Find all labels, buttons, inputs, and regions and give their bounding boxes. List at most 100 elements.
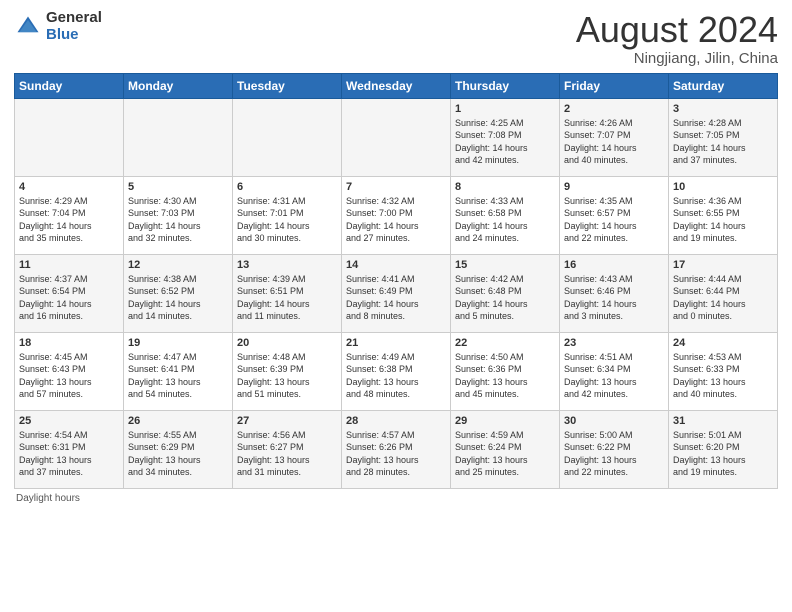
- day-header-sunday: Sunday: [15, 73, 124, 98]
- calendar-cell: 31 Sunrise: 5:01 AM Sunset: 6:20 PM Dayli…: [669, 410, 778, 488]
- calendar-cell: 27 Sunrise: 4:56 AM Sunset: 6:27 PM Dayli…: [233, 410, 342, 488]
- day-number: 20: [237, 337, 337, 349]
- day-number: 14: [346, 259, 446, 271]
- day-number: 3: [673, 103, 773, 115]
- calendar-cell: 6 Sunrise: 4:31 AM Sunset: 7:01 PM Daylig…: [233, 176, 342, 254]
- day-info: Sunrise: 4:32 AM Sunset: 7:00 PM Dayligh…: [346, 195, 446, 245]
- calendar-cell: 23Sunrise: 4:51 AM Sunset: 6:34 PM Dayli…: [560, 332, 669, 410]
- day-info: Sunrise: 4:56 AM Sunset: 6:27 PM Dayligh…: [237, 429, 337, 479]
- day-info: Sunrise: 4:39 AM Sunset: 6:51 PM Dayligh…: [237, 273, 337, 323]
- day-info: Sunrise: 4:37 AM Sunset: 6:54 PM Dayligh…: [19, 273, 119, 323]
- calendar-cell: 11 Sunrise: 4:37 AM Sunset: 6:54 PM Dayli…: [15, 254, 124, 332]
- day-number: 9: [564, 181, 664, 193]
- day-number: 12: [128, 259, 228, 271]
- day-header-wednesday: Wednesday: [342, 73, 451, 98]
- day-info: Sunrise: 4:31 AM Sunset: 7:01 PM Dayligh…: [237, 195, 337, 245]
- day-number: 5: [128, 181, 228, 193]
- calendar-cell: 28Sunrise: 4:57 AM Sunset: 6:26 PM Dayli…: [342, 410, 451, 488]
- day-header-monday: Monday: [124, 73, 233, 98]
- page-container: General Blue August 2024 Ningjiang, Jili…: [0, 0, 792, 512]
- day-number: 19: [128, 337, 228, 349]
- day-number: 11: [19, 259, 119, 271]
- day-info: Sunrise: 4:43 AM Sunset: 6:46 PM Dayligh…: [564, 273, 664, 323]
- calendar-table: SundayMondayTuesdayWednesdayThursdayFrid…: [14, 73, 778, 489]
- day-info: Sunrise: 4:36 AM Sunset: 6:55 PM Dayligh…: [673, 195, 773, 245]
- day-info: Sunrise: 4:48 AM Sunset: 6:39 PM Dayligh…: [237, 351, 337, 401]
- calendar-cell: 18 Sunrise: 4:45 AM Sunset: 6:43 PM Dayli…: [15, 332, 124, 410]
- calendar-location: Ningjiang, Jilin, China: [576, 50, 778, 67]
- day-number: 27: [237, 415, 337, 427]
- day-info: Sunrise: 5:01 AM Sunset: 6:20 PM Dayligh…: [673, 429, 773, 479]
- calendar-week-row: 11 Sunrise: 4:37 AM Sunset: 6:54 PM Dayli…: [15, 254, 778, 332]
- day-info: Sunrise: 4:53 AM Sunset: 6:33 PM Dayligh…: [673, 351, 773, 401]
- daylight-hours-label: Daylight hours: [16, 493, 80, 504]
- footer-note: Daylight hours: [14, 493, 778, 504]
- day-info: Sunrise: 4:41 AM Sunset: 6:49 PM Dayligh…: [346, 273, 446, 323]
- calendar-cell: 13 Sunrise: 4:39 AM Sunset: 6:51 PM Dayli…: [233, 254, 342, 332]
- calendar-cell: 17 Sunrise: 4:44 AM Sunset: 6:44 PM Dayli…: [669, 254, 778, 332]
- calendar-cell: 16Sunrise: 4:43 AM Sunset: 6:46 PM Dayli…: [560, 254, 669, 332]
- day-number: 2: [564, 103, 664, 115]
- calendar-cell: 9 Sunrise: 4:35 AM Sunset: 6:57 PM Daylig…: [560, 176, 669, 254]
- day-header-thursday: Thursday: [451, 73, 560, 98]
- day-number: 22: [455, 337, 555, 349]
- calendar-cell: 5Sunrise: 4:30 AM Sunset: 7:03 PM Daylig…: [124, 176, 233, 254]
- day-number: 26: [128, 415, 228, 427]
- day-info: Sunrise: 4:54 AM Sunset: 6:31 PM Dayligh…: [19, 429, 119, 479]
- calendar-week-row: 4Sunrise: 4:29 AM Sunset: 7:04 PM Daylig…: [15, 176, 778, 254]
- day-info: Sunrise: 4:49 AM Sunset: 6:38 PM Dayligh…: [346, 351, 446, 401]
- day-header-tuesday: Tuesday: [233, 73, 342, 98]
- calendar-week-row: 1 Sunrise: 4:25 AM Sunset: 7:08 PM Daylig…: [15, 98, 778, 176]
- day-info: Sunrise: 4:42 AM Sunset: 6:48 PM Dayligh…: [455, 273, 555, 323]
- day-info: Sunrise: 4:44 AM Sunset: 6:44 PM Dayligh…: [673, 273, 773, 323]
- calendar-cell: 14 Sunrise: 4:41 AM Sunset: 6:49 PM Dayli…: [342, 254, 451, 332]
- day-number: 29: [455, 415, 555, 427]
- day-header-friday: Friday: [560, 73, 669, 98]
- day-info: Sunrise: 4:45 AM Sunset: 6:43 PM Dayligh…: [19, 351, 119, 401]
- calendar-cell: 7 Sunrise: 4:32 AM Sunset: 7:00 PM Daylig…: [342, 176, 451, 254]
- day-number: 4: [19, 181, 119, 193]
- day-number: 28: [346, 415, 446, 427]
- day-number: 6: [237, 181, 337, 193]
- calendar-cell: 20 Sunrise: 4:48 AM Sunset: 6:39 PM Dayli…: [233, 332, 342, 410]
- calendar-cell: [233, 98, 342, 176]
- day-info: Sunrise: 4:55 AM Sunset: 6:29 PM Dayligh…: [128, 429, 228, 479]
- day-info: Sunrise: 4:33 AM Sunset: 6:58 PM Dayligh…: [455, 195, 555, 245]
- day-info: Sunrise: 5:00 AM Sunset: 6:22 PM Dayligh…: [564, 429, 664, 479]
- day-number: 8: [455, 181, 555, 193]
- day-info: Sunrise: 4:35 AM Sunset: 6:57 PM Dayligh…: [564, 195, 664, 245]
- calendar-cell: 26 Sunrise: 4:55 AM Sunset: 6:29 PM Dayli…: [124, 410, 233, 488]
- logo-blue-text: Blue: [46, 27, 102, 44]
- calendar-title: August 2024: [576, 10, 778, 50]
- day-number: 31: [673, 415, 773, 427]
- day-number: 13: [237, 259, 337, 271]
- calendar-cell: 30Sunrise: 5:00 AM Sunset: 6:22 PM Dayli…: [560, 410, 669, 488]
- calendar-cell: 21Sunrise: 4:49 AM Sunset: 6:38 PM Dayli…: [342, 332, 451, 410]
- day-info: Sunrise: 4:59 AM Sunset: 6:24 PM Dayligh…: [455, 429, 555, 479]
- calendar-week-row: 18 Sunrise: 4:45 AM Sunset: 6:43 PM Dayli…: [15, 332, 778, 410]
- calendar-cell: 29 Sunrise: 4:59 AM Sunset: 6:24 PM Dayli…: [451, 410, 560, 488]
- title-block: August 2024 Ningjiang, Jilin, China: [576, 10, 778, 67]
- day-number: 1: [455, 103, 555, 115]
- calendar-cell: 3Sunrise: 4:28 AM Sunset: 7:05 PM Daylig…: [669, 98, 778, 176]
- calendar-week-row: 25 Sunrise: 4:54 AM Sunset: 6:31 PM Dayli…: [15, 410, 778, 488]
- calendar-cell: 2 Sunrise: 4:26 AM Sunset: 7:07 PM Daylig…: [560, 98, 669, 176]
- day-info: Sunrise: 4:25 AM Sunset: 7:08 PM Dayligh…: [455, 117, 555, 167]
- calendar-cell: 8 Sunrise: 4:33 AM Sunset: 6:58 PM Daylig…: [451, 176, 560, 254]
- day-number: 18: [19, 337, 119, 349]
- calendar-cell: 4Sunrise: 4:29 AM Sunset: 7:04 PM Daylig…: [15, 176, 124, 254]
- day-number: 25: [19, 415, 119, 427]
- day-number: 7: [346, 181, 446, 193]
- logo: General Blue: [14, 10, 102, 43]
- calendar-cell: 24 Sunrise: 4:53 AM Sunset: 6:33 PM Dayli…: [669, 332, 778, 410]
- day-info: Sunrise: 4:51 AM Sunset: 6:34 PM Dayligh…: [564, 351, 664, 401]
- day-number: 17: [673, 259, 773, 271]
- day-info: Sunrise: 4:38 AM Sunset: 6:52 PM Dayligh…: [128, 273, 228, 323]
- logo-general-text: General: [46, 10, 102, 27]
- day-number: 15: [455, 259, 555, 271]
- day-info: Sunrise: 4:26 AM Sunset: 7:07 PM Dayligh…: [564, 117, 664, 167]
- calendar-header-row: SundayMondayTuesdayWednesdayThursdayFrid…: [15, 73, 778, 98]
- calendar-cell: 25 Sunrise: 4:54 AM Sunset: 6:31 PM Dayli…: [15, 410, 124, 488]
- header: General Blue August 2024 Ningjiang, Jili…: [14, 10, 778, 67]
- day-number: 24: [673, 337, 773, 349]
